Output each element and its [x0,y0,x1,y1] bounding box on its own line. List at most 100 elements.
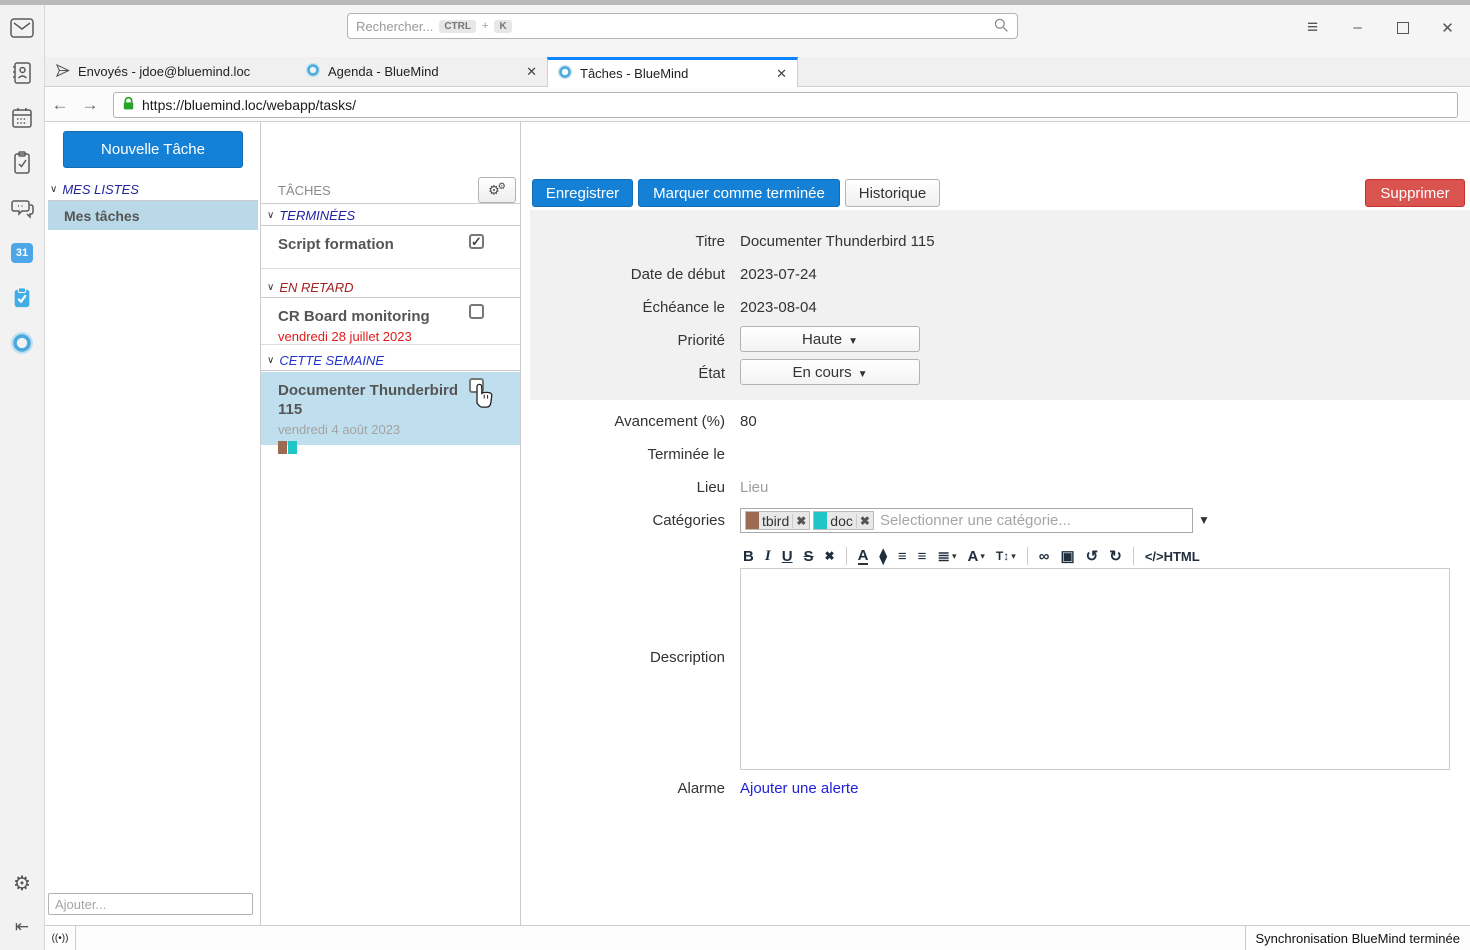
image-icon[interactable]: ▣ [1060,547,1074,565]
undo-icon[interactable]: ↺ [1086,547,1099,565]
tab-label: Agenda - BlueMind [328,64,439,79]
task-item-script-formation[interactable]: Script formation ✓ [261,226,520,269]
close-icon[interactable]: ✕ [1425,5,1470,50]
remove-category-icon[interactable]: ✖ [856,514,873,528]
tasklist-settings-button[interactable]: ⚙⚙ [478,177,516,203]
calendar-extension-icon[interactable]: 31 [7,238,37,268]
categories-label: Catégories [530,512,725,529]
list-item-mes-taches[interactable]: Mes tâches [48,201,258,230]
tab-close-icon[interactable]: ✕ [526,64,537,80]
task-tags [278,441,480,454]
tasks-extension-icon[interactable] [7,283,37,313]
addressbook-space-icon[interactable] [7,58,37,88]
tab-agenda[interactable]: Agenda - BlueMind ✕ [296,57,547,86]
bluemind-ring-icon [558,65,572,82]
tab-close-icon[interactable]: ✕ [776,66,787,82]
save-button[interactable]: Enregistrer [532,179,633,207]
forward-icon[interactable]: → [75,95,105,115]
tab-taches[interactable]: Tâches - BlueMind ✕ [547,57,798,87]
strikethrough-icon[interactable]: S [804,548,814,565]
lock-icon [122,96,135,114]
collapse-toolbar-icon[interactable]: ⇤ [7,912,37,942]
k-key-badge: K [494,20,511,33]
mark-done-button[interactable]: Marquer comme terminée [638,179,840,207]
priority-dropdown[interactable]: Haute▼ [740,326,920,352]
task-checkbox-checked[interactable]: ✓ [469,234,484,249]
minimize-icon[interactable]: – [1335,5,1380,50]
mail-space-icon[interactable] [7,13,37,43]
task-detail-panel: Enregistrer Marquer comme terminée Histo… [530,122,1470,925]
bold-icon[interactable]: B [743,548,754,565]
html-source-icon[interactable]: </>HTML [1145,549,1200,564]
chevron-down-icon: ∨ [267,210,274,221]
section-terminees[interactable]: ∨ TERMINÉES [261,205,520,226]
tasks-space-icon[interactable] [7,148,37,178]
tab-label: Tâches - BlueMind [580,66,688,81]
link-icon[interactable]: ∞ [1039,548,1050,565]
state-dropdown[interactable]: En cours▼ [740,359,920,385]
font-color-icon[interactable]: A [858,548,869,565]
remove-category-icon[interactable]: ✖ [792,514,809,528]
app-menu-icon[interactable]: ≡ [1290,5,1335,50]
tag-doc [288,441,297,454]
font-size-dropdown[interactable]: T↕▾ [996,549,1016,563]
progress-label: Avancement (%) [530,413,725,430]
location-label: Lieu [530,479,725,496]
font-size-icon: T↕ [996,549,1009,563]
window-titlebar: Rechercher... CTRL + K ≡ – ✕ [45,5,1470,57]
ctrl-key-badge: CTRL [439,20,476,33]
section-en-retard[interactable]: ∨ EN RETARD [261,277,520,298]
my-lists-header[interactable]: ∨ MES LISTES [48,179,258,201]
bluemind-logo-icon[interactable] [7,328,37,358]
bullet-list-icon[interactable]: ≡ [898,548,907,565]
back-icon[interactable]: ← [45,95,75,115]
task-list-panel: TÂCHES ⚙⚙ ∨ TERMINÉES Script formation ✓… [260,122,521,925]
sync-status-text: Synchronisation BlueMind terminée [1245,926,1470,950]
maximize-icon[interactable] [1380,5,1425,50]
settings-gear-icon[interactable]: ⚙ [7,868,37,898]
gears-icon-small: ⚙ [498,181,506,191]
tab-label: Envoyés - jdoe@bluemind.loc [78,64,250,79]
tab-envoyes[interactable]: Envoyés - jdoe@bluemind.loc [45,57,296,86]
search-icon [993,17,1009,36]
completed-label: Terminée le [530,446,725,463]
broadcast-icon[interactable]: ((•)) [45,926,76,950]
chat-space-icon[interactable] [7,193,37,223]
location-placeholder[interactable]: Lieu [740,479,768,496]
history-button[interactable]: Historique [845,179,940,207]
dropdown-arrow-icon: ▼ [858,369,868,380]
start-date-value[interactable]: 2023-07-24 [740,266,817,283]
font-family-dropdown[interactable]: A▾ [968,548,985,565]
section-cette-semaine[interactable]: ∨ CETTE SEMAINE [261,350,520,371]
highlight-icon[interactable]: ⧫ [879,547,886,565]
task-checkbox[interactable] [469,304,484,319]
progress-value[interactable]: 80 [740,413,757,430]
add-list-input[interactable] [48,893,253,915]
numbered-list-icon[interactable]: ≡ [918,548,927,565]
categories-dropdown-icon[interactable]: ▼ [1198,513,1210,527]
due-date-value[interactable]: 2023-08-04 [740,299,817,316]
url-bar[interactable]: https://bluemind.loc/webapp/tasks/ [113,92,1458,118]
title-value[interactable]: Documenter Thunderbird 115 [740,233,935,250]
delete-button[interactable]: Supprimer [1365,179,1465,207]
start-date-label: Date de début [530,266,725,283]
align-dropdown[interactable]: ≣▾ [937,547,956,565]
redo-icon[interactable]: ↻ [1109,547,1122,565]
task-item-cr-board[interactable]: CR Board monitoring vendredi 28 juillet … [261,298,520,345]
category-chip-tbird[interactable]: tbird ✖ [745,511,810,530]
title-label: Titre [530,233,725,250]
description-textarea[interactable] [740,568,1450,770]
bluemind-ring-icon [306,63,320,80]
priority-label: Priorité [530,332,725,349]
new-task-button[interactable]: Nouvelle Tâche [63,131,243,168]
categories-input[interactable]: tbird ✖ doc ✖ Selectionner une catégorie… [740,508,1193,533]
spaces-toolbar: 31 ⚙ ⇤ [0,5,45,950]
category-chip-doc[interactable]: doc ✖ [813,511,874,530]
add-alert-link[interactable]: Ajouter une alerte [740,780,858,797]
underline-icon[interactable]: U [782,548,793,565]
calendar-space-icon[interactable] [7,103,37,133]
clear-format-icon[interactable]: ✖ [825,549,835,563]
navigation-bar: ← → https://bluemind.loc/webapp/tasks/ [45,88,1470,122]
italic-icon[interactable]: I [765,548,771,565]
global-search-input[interactable]: Rechercher... CTRL + K [347,13,1018,39]
